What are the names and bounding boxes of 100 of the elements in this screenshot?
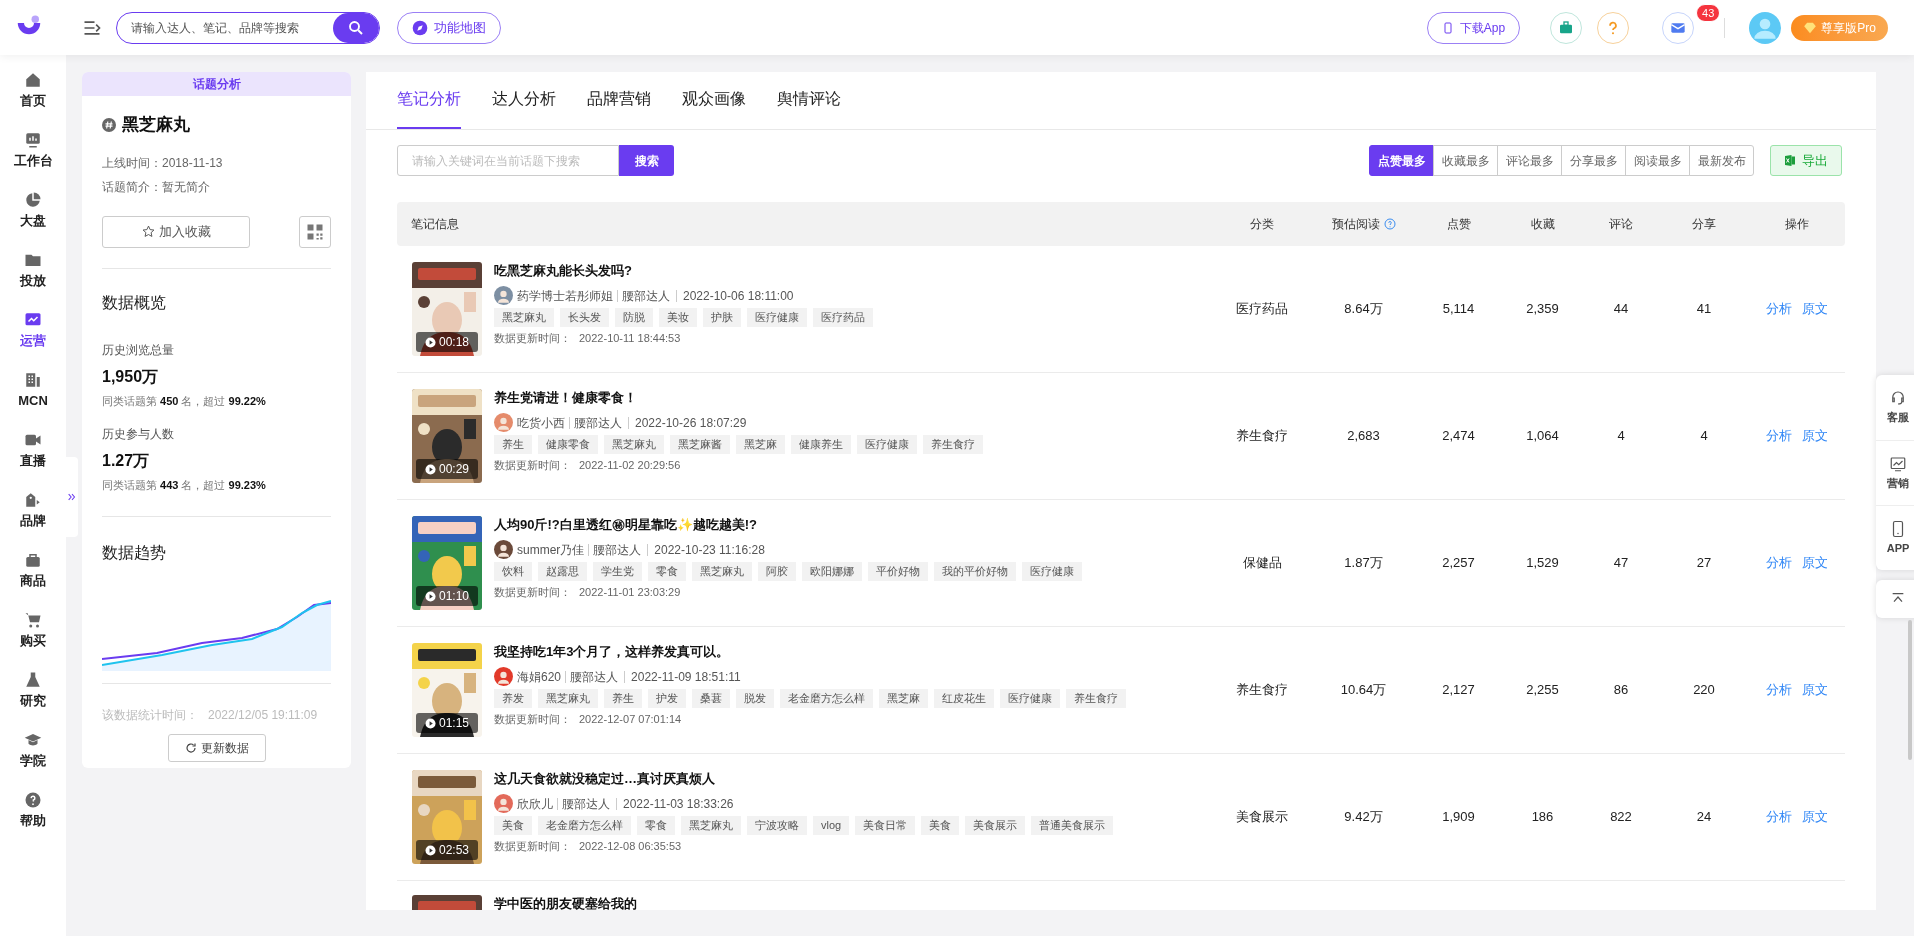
duration-badge: 01:10 bbox=[416, 586, 478, 606]
tag: 黑芝麻酱 bbox=[670, 435, 730, 454]
avatar-icon[interactable] bbox=[494, 540, 513, 559]
headset-icon bbox=[1889, 389, 1907, 408]
action-link[interactable]: 分析 bbox=[1765, 807, 1792, 827]
update-label: 数据更新时间： bbox=[494, 331, 571, 346]
author-name[interactable]: 吃货小西 bbox=[517, 413, 565, 432]
action-link[interactable]: 原文 bbox=[1801, 807, 1828, 827]
tab[interactable]: 品牌营销 bbox=[587, 72, 651, 129]
duration-badge: 01:15 bbox=[416, 713, 478, 733]
nav-item[interactable]: 购买 bbox=[0, 601, 66, 661]
table-cell-text: 8.64万 bbox=[1344, 300, 1383, 319]
refresh-icon bbox=[184, 741, 197, 754]
action-link[interactable]: 原文 bbox=[1801, 299, 1828, 319]
keyword-search-field[interactable]: 请输入关键词在当前话题下搜索 bbox=[397, 145, 619, 176]
column-header: 分享 bbox=[1692, 216, 1716, 233]
tag: 我的平价好物 bbox=[934, 562, 1016, 581]
nav-item[interactable]: 学院 bbox=[0, 721, 66, 781]
sort-option[interactable]: 点赞最多 bbox=[1369, 145, 1434, 176]
table-cell-text: 822 bbox=[1610, 808, 1632, 827]
nav-item[interactable]: 大盘 bbox=[0, 181, 66, 241]
action-link[interactable]: 原文 bbox=[1801, 680, 1828, 700]
publish-time: 2022-10-06 18:11:00 bbox=[683, 287, 794, 305]
action-link[interactable]: 分析 bbox=[1765, 553, 1792, 573]
panel-banner: 话题分析 bbox=[82, 72, 351, 96]
sort-option[interactable]: 收藏最多 bbox=[1433, 145, 1498, 176]
note-title[interactable]: 我坚持吃1年3个月了，这样养发真可以。 bbox=[494, 643, 1126, 661]
help-icon[interactable] bbox=[1383, 218, 1396, 230]
back-to-top-button[interactable] bbox=[1876, 580, 1914, 618]
nav-item[interactable]: 帮助 bbox=[0, 781, 66, 841]
table-cell-text: 186 bbox=[1531, 808, 1554, 827]
favorite-button[interactable]: 加入收藏 bbox=[102, 215, 250, 248]
presentation-board-icon bbox=[24, 131, 42, 150]
scrollbar-thumb[interactable] bbox=[1908, 620, 1912, 760]
note-title[interactable]: 学中医的朋友硬塞给我的 bbox=[494, 895, 637, 910]
nav-item[interactable]: 品牌 bbox=[0, 481, 66, 541]
table-cell-text: 9.42万 bbox=[1344, 808, 1383, 827]
refresh-button[interactable]: 更新数据 bbox=[167, 733, 266, 762]
action-link[interactable]: 分析 bbox=[1765, 299, 1792, 319]
action-link[interactable]: 原文 bbox=[1801, 553, 1828, 573]
tab[interactable]: 舆情评论 bbox=[777, 72, 841, 129]
stat-value: 1,950万 bbox=[102, 366, 160, 387]
play-icon bbox=[425, 844, 436, 856]
author-name[interactable]: 药学博士若彤师姐 bbox=[517, 286, 613, 305]
briefcase-icon bbox=[1558, 19, 1575, 36]
table-cell-text: 47 bbox=[1613, 554, 1629, 573]
sort-option[interactable]: 分享最多 bbox=[1561, 145, 1626, 176]
duration-badge: 00:29 bbox=[416, 459, 478, 479]
search-button[interactable]: 搜索 bbox=[619, 145, 674, 176]
tag: 学生党 bbox=[593, 562, 642, 581]
nav-item[interactable]: 研究 bbox=[0, 661, 66, 721]
action-link[interactable]: 分析 bbox=[1765, 680, 1792, 700]
sort-option[interactable]: 最新发布 bbox=[1689, 145, 1754, 176]
note-title[interactable]: 这几天食欲就没稳定过…真讨厌真烦人 bbox=[494, 770, 1114, 788]
table-cell-text: 1,909 bbox=[1442, 808, 1475, 827]
search-button[interactable] bbox=[333, 12, 379, 43]
floating-tool[interactable]: 客服 bbox=[1876, 375, 1914, 440]
avatar-icon[interactable] bbox=[494, 794, 513, 813]
nav-item[interactable]: 商品 bbox=[0, 541, 66, 601]
floating-tool[interactable]: 营销 bbox=[1876, 440, 1914, 505]
sort-option[interactable]: 评论最多 bbox=[1497, 145, 1562, 176]
note-title[interactable]: 吃黑芝麻丸能长头发吗? bbox=[494, 262, 873, 280]
sort-option[interactable]: 阅读最多 bbox=[1625, 145, 1690, 176]
table-cell-text: 2,127 bbox=[1442, 681, 1475, 700]
nav-item[interactable]: 直播 bbox=[0, 421, 66, 481]
nav-item[interactable]: 工作台 bbox=[0, 121, 66, 181]
tag: 养生食疗 bbox=[1066, 689, 1126, 708]
stat-rank: 同类话题第 450 名，超过 99.22% bbox=[102, 393, 267, 409]
avatar-icon[interactable] bbox=[494, 667, 513, 686]
table-cell-text: 医疗药品 bbox=[1236, 300, 1288, 319]
nav-item[interactable]: 运营 bbox=[0, 301, 66, 361]
author-name[interactable]: 欣欣儿 bbox=[517, 794, 553, 813]
building-icon bbox=[24, 371, 42, 390]
table-cell-text: 1.87万 bbox=[1344, 554, 1383, 573]
tab[interactable]: 达人分析 bbox=[492, 72, 556, 129]
floating-tool[interactable]: APP bbox=[1876, 505, 1914, 570]
nav-item[interactable]: 投放 bbox=[0, 241, 66, 301]
tab[interactable]: 笔记分析 bbox=[397, 72, 461, 129]
tag: 医疗健康 bbox=[857, 435, 917, 454]
action-link[interactable]: 原文 bbox=[1801, 426, 1828, 446]
author-name[interactable]: 海娟620 bbox=[517, 667, 562, 686]
tab[interactable]: 观众画像 bbox=[682, 72, 746, 129]
house-icon bbox=[24, 71, 42, 90]
nav-item[interactable]: 首页 bbox=[0, 61, 66, 121]
play-icon bbox=[425, 336, 436, 348]
nav-item[interactable]: MCN bbox=[0, 361, 66, 421]
note-title[interactable]: 人均90斤!?白里透红㊙明星靠吃✨越吃越美!? bbox=[494, 516, 1082, 534]
tag: 黑芝麻丸 bbox=[538, 689, 598, 708]
tag: 零食 bbox=[648, 562, 686, 581]
note-title[interactable]: 养生党请进！健康零食！ bbox=[494, 389, 983, 407]
star-icon bbox=[141, 225, 155, 238]
tag: 黑芝麻 bbox=[736, 435, 785, 454]
author-name[interactable]: summer乃佳 bbox=[517, 540, 585, 559]
search-field[interactable]: 请输入达人、笔记、品牌等搜索 bbox=[117, 12, 333, 43]
action-link[interactable]: 分析 bbox=[1765, 426, 1792, 446]
qr-code-button[interactable] bbox=[299, 215, 331, 248]
tag: 赵露思 bbox=[538, 562, 587, 581]
collapse-toggle[interactable] bbox=[66, 457, 78, 537]
update-time: 2022-12-07 07:01:14 bbox=[579, 712, 682, 727]
avatar-icon[interactable] bbox=[494, 286, 513, 305]
